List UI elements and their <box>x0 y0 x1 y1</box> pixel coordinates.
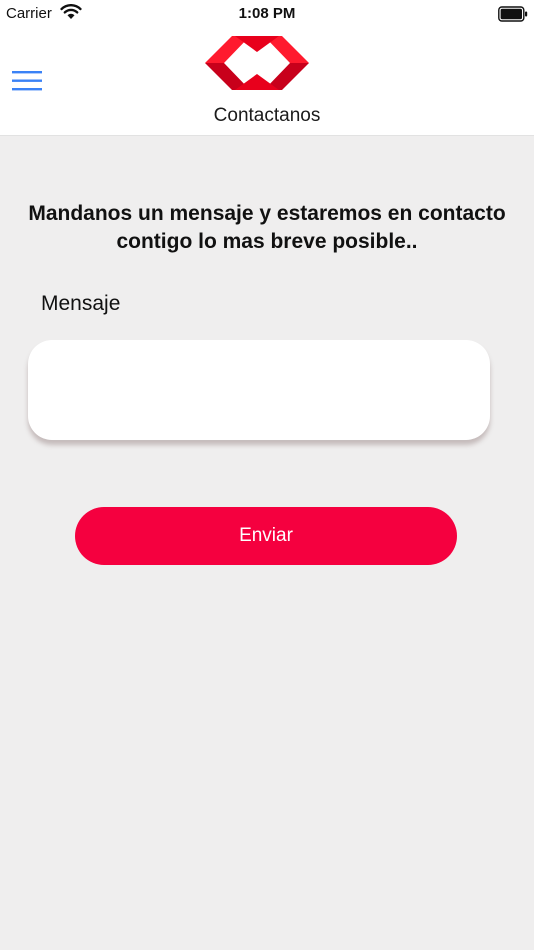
status-bar: Carrier 1:08 PM <box>0 0 534 30</box>
message-input[interactable] <box>28 340 490 440</box>
send-button[interactable]: Enviar <box>75 507 457 565</box>
intro-text: Mandanos un mensaje y estaremos en conta… <box>28 202 506 253</box>
page-title: Contactanos <box>213 105 321 126</box>
status-time: 1:08 PM <box>238 5 296 22</box>
battery-full-icon <box>498 6 528 22</box>
red-diamond-logo-icon <box>205 36 309 90</box>
contact-screen: Carrier 1:08 PM Contactanos Mandanos un … <box>0 0 534 950</box>
message-label: Mensaje <box>41 292 121 315</box>
hamburger-menu-icon[interactable] <box>10 68 44 94</box>
app-header: Contactanos <box>0 30 534 136</box>
